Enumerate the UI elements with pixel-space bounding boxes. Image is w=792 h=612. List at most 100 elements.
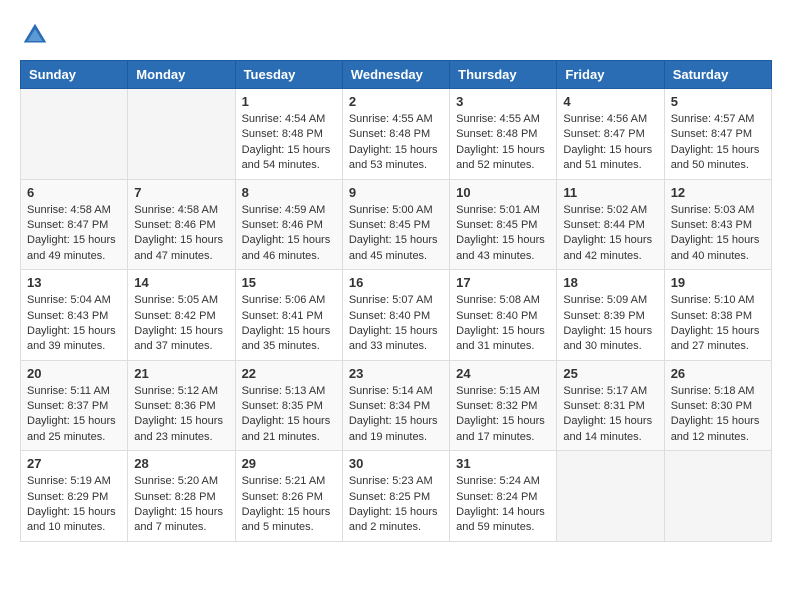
day-number: 15 — [242, 275, 336, 290]
day-info: Sunrise: 5:14 AM Sunset: 8:34 PM Dayligh… — [349, 384, 443, 446]
day-info: Sunrise: 4:55 AM Sunset: 8:48 PM Dayligh… — [456, 112, 550, 174]
calendar-cell: 18Sunrise: 5:09 AM Sunset: 8:39 PM Dayli… — [557, 270, 664, 361]
calendar-cell: 30Sunrise: 5:23 AM Sunset: 8:25 PM Dayli… — [342, 451, 449, 542]
weekday-header-cell: Sunday — [21, 61, 128, 89]
day-info: Sunrise: 5:01 AM Sunset: 8:45 PM Dayligh… — [456, 203, 550, 265]
calendar-cell: 2 Sunrise: 4:55 AM Sunset: 8:48 PM Daylig… — [342, 89, 449, 180]
calendar-cell: 1Sunrise: 4:54 AM Sunset: 8:48 PM Daylig… — [235, 89, 342, 180]
calendar-cell: 4 Sunrise: 4:56 AM Sunset: 8:47 PM Daylig… — [557, 89, 664, 180]
day-info: Sunrise: 5:03 AM Sunset: 8:43 PM Dayligh… — [671, 203, 765, 265]
day-number: 19 — [671, 275, 765, 290]
day-info: Sunrise: 5:12 AM Sunset: 8:36 PM Dayligh… — [134, 384, 228, 446]
day-info: Sunrise: 5:11 AM Sunset: 8:37 PM Dayligh… — [27, 384, 121, 446]
day-number: 17 — [456, 275, 550, 290]
day-info: Sunrise: 5:05 AM Sunset: 8:42 PM Dayligh… — [134, 293, 228, 355]
calendar-cell: 29 Sunrise: 5:21 AM Sunset: 8:26 PM Dayli… — [235, 451, 342, 542]
weekday-header-cell: Monday — [128, 61, 235, 89]
calendar-cell: 3 Sunrise: 4:55 AM Sunset: 8:48 PM Daylig… — [450, 89, 557, 180]
calendar-cell: 22 Sunrise: 5:13 AM Sunset: 8:35 PM Dayli… — [235, 360, 342, 451]
calendar-cell — [128, 89, 235, 180]
calendar-cell: 5Sunrise: 4:57 AM Sunset: 8:47 PM Daylig… — [664, 89, 771, 180]
day-info: Sunrise: 5:02 AM Sunset: 8:44 PM Dayligh… — [563, 203, 657, 265]
day-number: 1 — [242, 94, 336, 109]
day-number: 16 — [349, 275, 443, 290]
calendar-cell: 8 Sunrise: 4:59 AM Sunset: 8:46 PM Daylig… — [235, 179, 342, 270]
day-info: Sunrise: 5:24 AM Sunset: 8:24 PM Dayligh… — [456, 474, 550, 536]
calendar-cell: 17 Sunrise: 5:08 AM Sunset: 8:40 PM Dayli… — [450, 270, 557, 361]
calendar: SundayMondayTuesdayWednesdayThursdayFrid… — [20, 60, 772, 542]
calendar-cell — [664, 451, 771, 542]
day-info: Sunrise: 5:07 AM Sunset: 8:40 PM Dayligh… — [349, 293, 443, 355]
day-number: 2 — [349, 94, 443, 109]
page: SundayMondayTuesdayWednesdayThursdayFrid… — [0, 0, 792, 562]
calendar-cell: 7 Sunrise: 4:58 AM Sunset: 8:46 PM Daylig… — [128, 179, 235, 270]
day-number: 13 — [27, 275, 121, 290]
day-info: Sunrise: 4:58 AM Sunset: 8:47 PM Dayligh… — [27, 203, 121, 265]
day-info: Sunrise: 5:15 AM Sunset: 8:32 PM Dayligh… — [456, 384, 550, 446]
day-number: 14 — [134, 275, 228, 290]
day-info: Sunrise: 5:10 AM Sunset: 8:38 PM Dayligh… — [671, 293, 765, 355]
weekday-header-cell: Tuesday — [235, 61, 342, 89]
calendar-body: 1Sunrise: 4:54 AM Sunset: 8:48 PM Daylig… — [21, 89, 772, 542]
day-number: 6 — [27, 185, 121, 200]
calendar-cell: 11 Sunrise: 5:02 AM Sunset: 8:44 PM Dayli… — [557, 179, 664, 270]
calendar-cell: 13Sunrise: 5:04 AM Sunset: 8:43 PM Dayli… — [21, 270, 128, 361]
calendar-week-row: 1Sunrise: 4:54 AM Sunset: 8:48 PM Daylig… — [21, 89, 772, 180]
day-info: Sunrise: 4:56 AM Sunset: 8:47 PM Dayligh… — [563, 112, 657, 174]
day-info: Sunrise: 4:58 AM Sunset: 8:46 PM Dayligh… — [134, 203, 228, 265]
day-number: 3 — [456, 94, 550, 109]
calendar-cell: 25 Sunrise: 5:17 AM Sunset: 8:31 PM Dayli… — [557, 360, 664, 451]
weekday-header-cell: Friday — [557, 61, 664, 89]
calendar-cell: 28 Sunrise: 5:20 AM Sunset: 8:28 PM Dayli… — [128, 451, 235, 542]
day-number: 22 — [242, 366, 336, 381]
day-number: 12 — [671, 185, 765, 200]
day-info: Sunrise: 5:13 AM Sunset: 8:35 PM Dayligh… — [242, 384, 336, 446]
calendar-cell: 27Sunrise: 5:19 AM Sunset: 8:29 PM Dayli… — [21, 451, 128, 542]
calendar-cell: 31 Sunrise: 5:24 AM Sunset: 8:24 PM Dayli… — [450, 451, 557, 542]
day-info: Sunrise: 5:09 AM Sunset: 8:39 PM Dayligh… — [563, 293, 657, 355]
day-number: 5 — [671, 94, 765, 109]
day-number: 30 — [349, 456, 443, 471]
day-info: Sunrise: 5:19 AM Sunset: 8:29 PM Dayligh… — [27, 474, 121, 536]
day-info: Sunrise: 5:08 AM Sunset: 8:40 PM Dayligh… — [456, 293, 550, 355]
logo-icon — [20, 20, 50, 50]
calendar-cell: 16 Sunrise: 5:07 AM Sunset: 8:40 PM Dayli… — [342, 270, 449, 361]
calendar-cell: 21 Sunrise: 5:12 AM Sunset: 8:36 PM Dayli… — [128, 360, 235, 451]
calendar-cell: 6 Sunrise: 4:58 AM Sunset: 8:47 PM Daylig… — [21, 179, 128, 270]
day-number: 28 — [134, 456, 228, 471]
day-info: Sunrise: 5:06 AM Sunset: 8:41 PM Dayligh… — [242, 293, 336, 355]
day-number: 7 — [134, 185, 228, 200]
calendar-cell: 26 Sunrise: 5:18 AM Sunset: 8:30 PM Dayli… — [664, 360, 771, 451]
weekday-header-row: SundayMondayTuesdayWednesdayThursdayFrid… — [21, 61, 772, 89]
day-number: 8 — [242, 185, 336, 200]
day-info: Sunrise: 5:21 AM Sunset: 8:26 PM Dayligh… — [242, 474, 336, 536]
weekday-header-cell: Saturday — [664, 61, 771, 89]
calendar-cell: 14 Sunrise: 5:05 AM Sunset: 8:42 PM Dayli… — [128, 270, 235, 361]
calendar-cell: 19 Sunrise: 5:10 AM Sunset: 8:38 PM Dayli… — [664, 270, 771, 361]
calendar-cell: 15 Sunrise: 5:06 AM Sunset: 8:41 PM Dayli… — [235, 270, 342, 361]
day-number: 9 — [349, 185, 443, 200]
day-number: 4 — [563, 94, 657, 109]
day-info: Sunrise: 5:00 AM Sunset: 8:45 PM Dayligh… — [349, 203, 443, 265]
day-info: Sunrise: 5:20 AM Sunset: 8:28 PM Dayligh… — [134, 474, 228, 536]
calendar-cell — [557, 451, 664, 542]
day-number: 26 — [671, 366, 765, 381]
day-info: Sunrise: 5:18 AM Sunset: 8:30 PM Dayligh… — [671, 384, 765, 446]
day-number: 29 — [242, 456, 336, 471]
header — [20, 20, 772, 50]
day-number: 20 — [27, 366, 121, 381]
calendar-week-row: 20 Sunrise: 5:11 AM Sunset: 8:37 PM Dayli… — [21, 360, 772, 451]
day-number: 21 — [134, 366, 228, 381]
calendar-cell: 24 Sunrise: 5:15 AM Sunset: 8:32 PM Dayli… — [450, 360, 557, 451]
day-number: 25 — [563, 366, 657, 381]
day-info: Sunrise: 4:59 AM Sunset: 8:46 PM Dayligh… — [242, 203, 336, 265]
calendar-week-row: 13Sunrise: 5:04 AM Sunset: 8:43 PM Dayli… — [21, 270, 772, 361]
day-number: 11 — [563, 185, 657, 200]
day-number: 31 — [456, 456, 550, 471]
day-info: Sunrise: 4:55 AM Sunset: 8:48 PM Dayligh… — [349, 112, 443, 174]
day-number: 24 — [456, 366, 550, 381]
calendar-cell: 20 Sunrise: 5:11 AM Sunset: 8:37 PM Dayli… — [21, 360, 128, 451]
calendar-cell: 23Sunrise: 5:14 AM Sunset: 8:34 PM Dayli… — [342, 360, 449, 451]
calendar-week-row: 27Sunrise: 5:19 AM Sunset: 8:29 PM Dayli… — [21, 451, 772, 542]
day-info: Sunrise: 5:17 AM Sunset: 8:31 PM Dayligh… — [563, 384, 657, 446]
